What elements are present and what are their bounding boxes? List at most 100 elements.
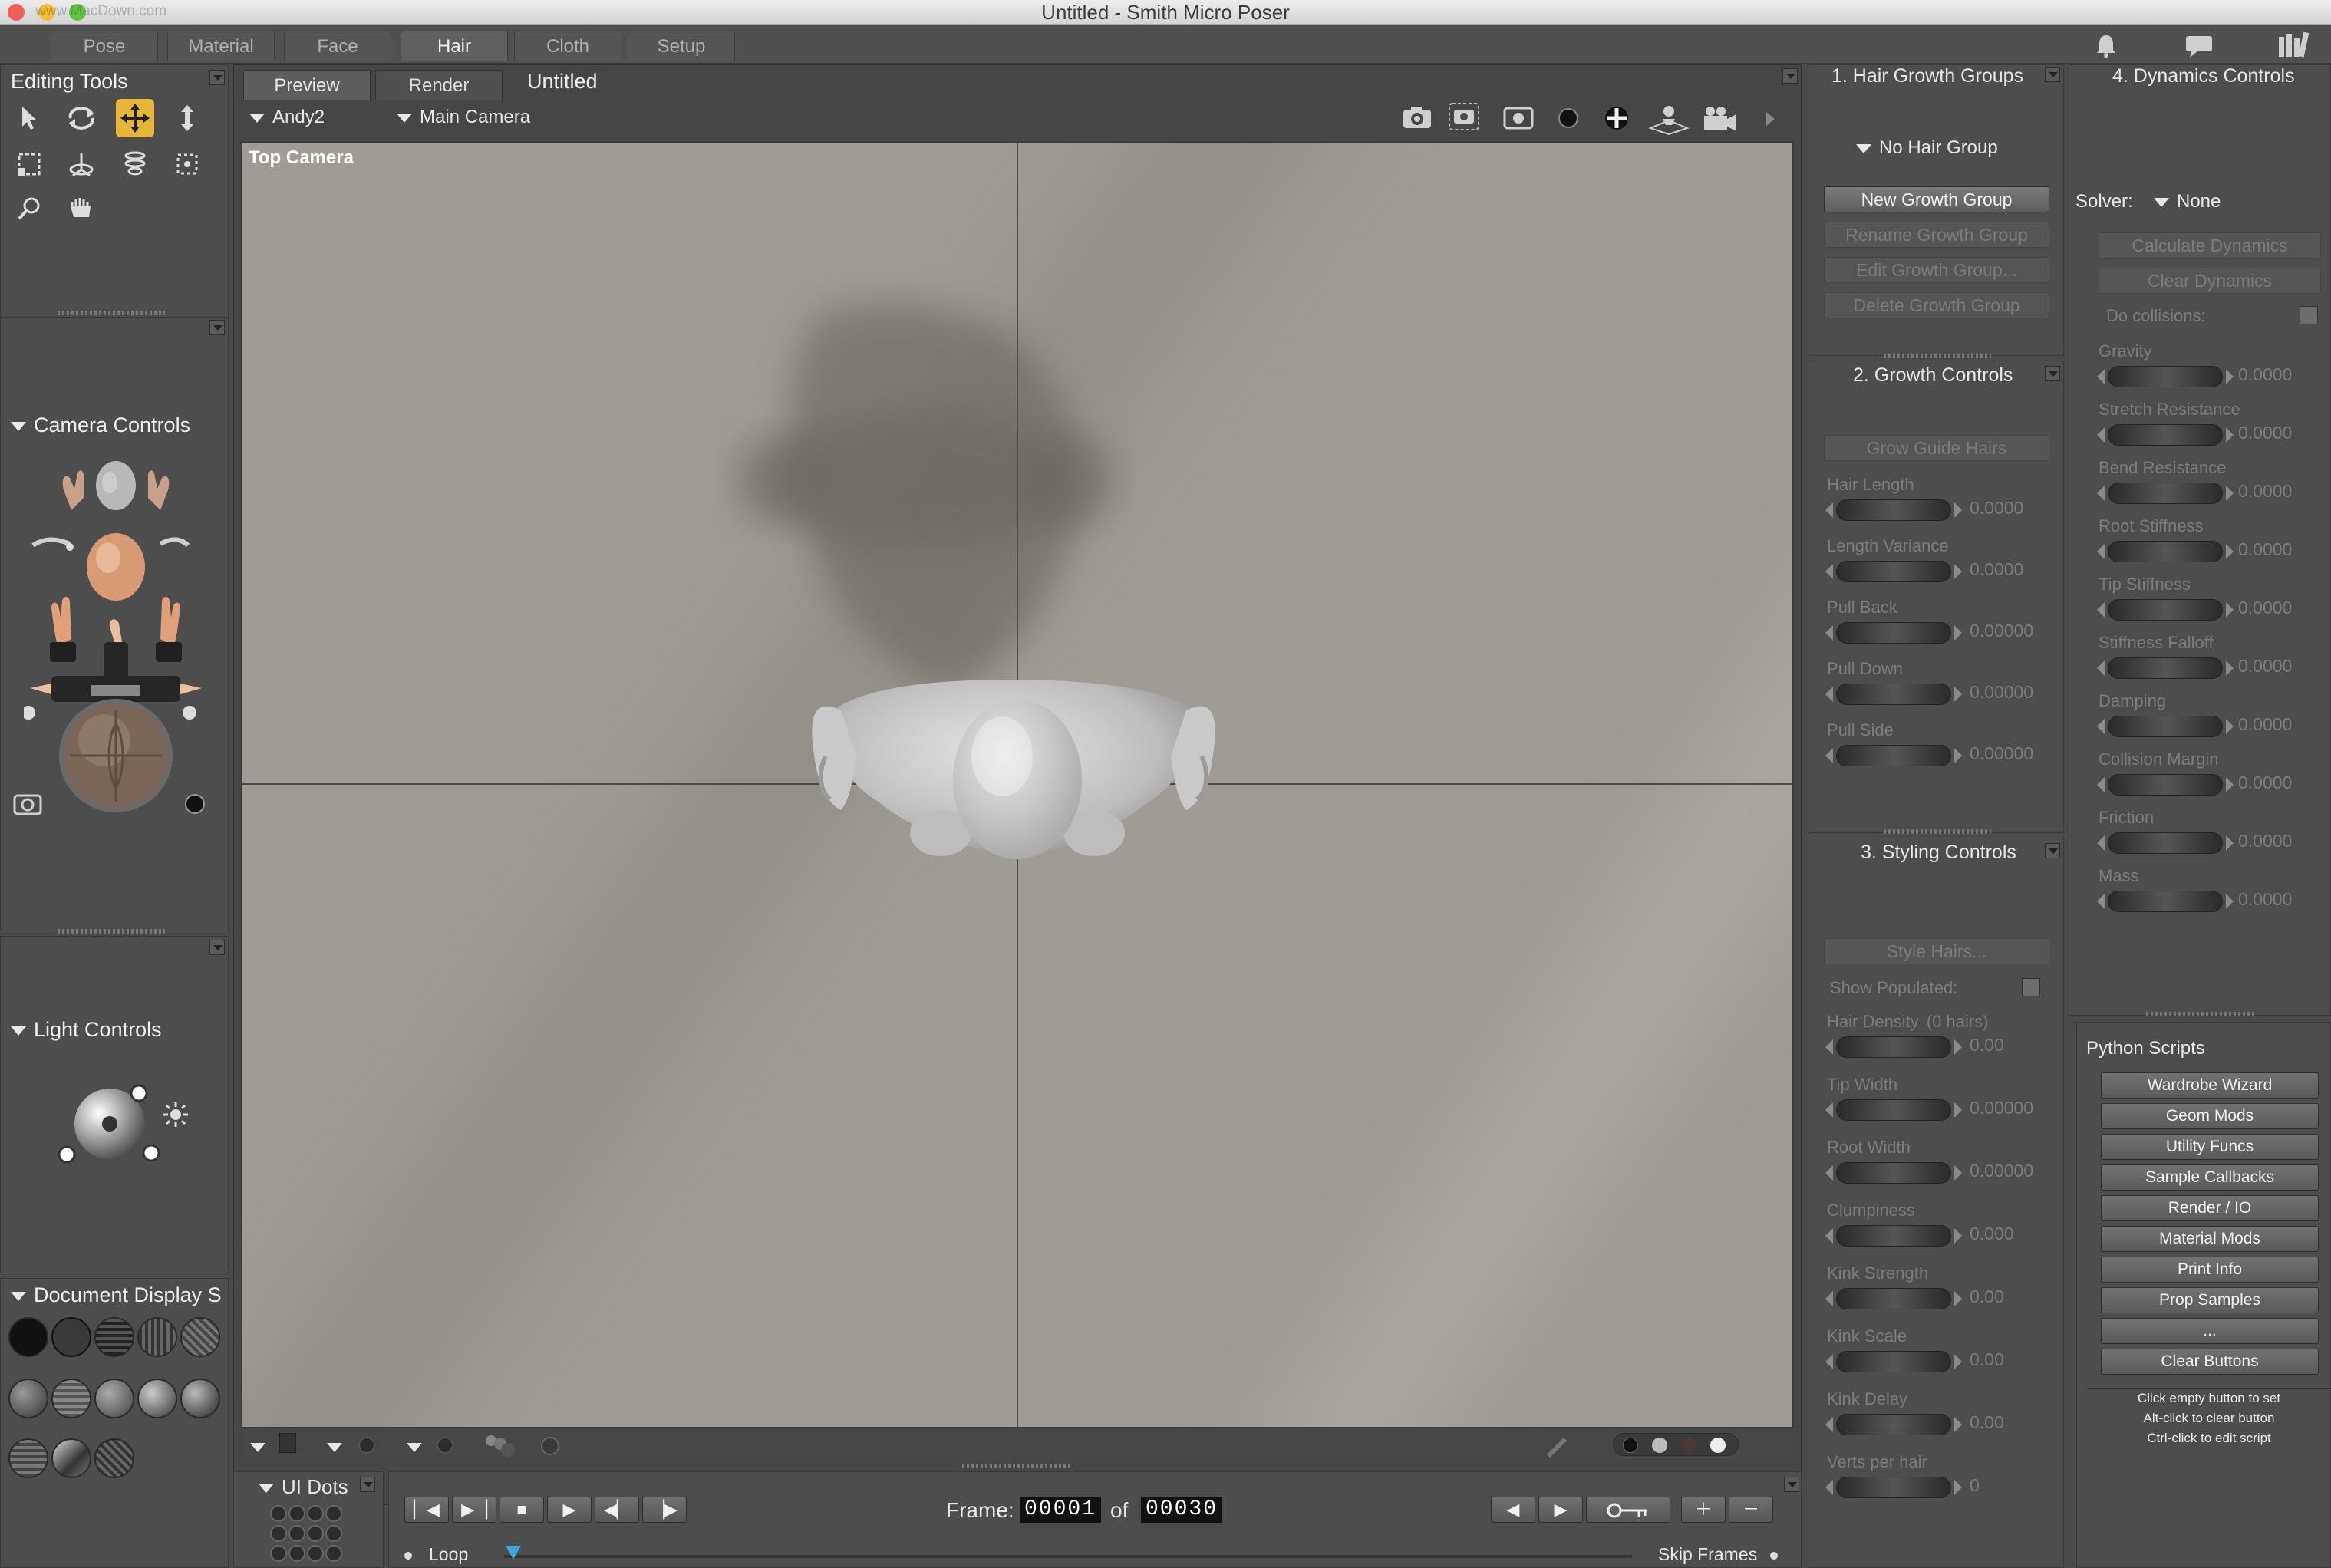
display-wireframe-button[interactable] <box>94 1317 134 1357</box>
background-color-selector[interactable] <box>1613 1433 1739 1456</box>
param-increment-icon[interactable] <box>1954 1480 1962 1495</box>
param-decrement-icon[interactable] <box>1825 1417 1833 1432</box>
camera-controls-title[interactable]: Camera Controls <box>11 413 190 437</box>
select-arrow-icon[interactable] <box>10 99 48 137</box>
python-clear-buttons-button[interactable]: Clear Buttons <box>2101 1349 2319 1375</box>
delete-growth-group-button[interactable]: Delete Growth Group <box>1824 292 2049 318</box>
ground-plane-icon[interactable] <box>1647 102 1690 136</box>
stop-button[interactable]: ■ <box>499 1497 544 1523</box>
param-value[interactable]: 0.00000 <box>1970 621 2033 641</box>
param-increment-icon[interactable] <box>2226 777 2234 792</box>
param-dial[interactable] <box>1836 1099 1951 1121</box>
param-value[interactable]: 0.0000 <box>2238 656 2292 677</box>
param-decrement-icon[interactable] <box>1825 1354 1833 1369</box>
rename-growth-group-button[interactable]: Rename Growth Group <box>1824 222 2049 248</box>
param-decrement-icon[interactable] <box>1825 502 1833 518</box>
figure-menu[interactable]: Andy2 <box>249 107 325 128</box>
param-decrement-icon[interactable] <box>2097 894 2105 909</box>
animation-controls-menu-button[interactable] <box>1784 1477 1799 1492</box>
param-increment-icon[interactable] <box>2226 602 2234 618</box>
param-value[interactable]: 0.00 <box>1970 1349 2004 1370</box>
display-flat-lined-button[interactable] <box>51 1379 91 1418</box>
ui-dots-title[interactable]: UI Dots <box>259 1475 348 1499</box>
3d-viewport[interactable]: Top Camera <box>241 141 1794 1428</box>
param-increment-icon[interactable] <box>1954 625 1962 641</box>
room-tab-hair[interactable]: Hair <box>401 31 508 61</box>
param-dial[interactable] <box>1836 1036 1951 1058</box>
param-value[interactable]: 0.0000 <box>1970 559 2023 580</box>
param-increment-icon[interactable] <box>1954 502 1962 518</box>
param-decrement-icon[interactable] <box>1825 1291 1833 1306</box>
camera-bracket-icon[interactable] <box>1502 104 1535 131</box>
param-dial[interactable] <box>1836 622 1951 644</box>
toolbar-scroll-right-icon[interactable] <box>1761 108 1779 130</box>
param-value[interactable]: 0.00000 <box>1970 743 2033 764</box>
document-display-title[interactable]: Document Display S <box>11 1283 229 1307</box>
rotate-icon[interactable] <box>62 99 101 137</box>
param-value[interactable]: 0 <box>1970 1475 1980 1496</box>
element-style-menu[interactable] <box>407 1436 430 1458</box>
param-decrement-icon[interactable] <box>2097 777 2105 792</box>
room-tab-material[interactable]: Material <box>167 31 275 61</box>
taper-icon[interactable] <box>116 145 154 183</box>
param-dial[interactable] <box>2108 716 2223 737</box>
param-dial[interactable] <box>1836 1288 1951 1309</box>
loop-radio[interactable] <box>404 1552 412 1560</box>
display-silhouette-button[interactable] <box>8 1317 48 1357</box>
play-button[interactable]: ▶ <box>547 1497 592 1523</box>
step-forward-button[interactable]: ▕▶ <box>642 1497 687 1523</box>
param-value[interactable]: 0.00 <box>1970 1412 2004 1433</box>
panel-resize-grip[interactable] <box>1884 829 1991 834</box>
param-increment-icon[interactable] <box>1954 1039 1962 1055</box>
param-dial[interactable] <box>1836 1225 1951 1247</box>
param-increment-icon[interactable] <box>1954 1417 1962 1432</box>
style-hairs-button[interactable]: Style Hairs... <box>1824 938 2049 964</box>
param-increment-icon[interactable] <box>2226 544 2234 559</box>
param-decrement-icon[interactable] <box>1825 1102 1833 1118</box>
movie-camera-icon[interactable] <box>1701 102 1739 134</box>
grow-guide-hairs-button[interactable]: Grow Guide Hairs <box>1824 435 2049 461</box>
param-dial[interactable] <box>2108 366 2223 387</box>
python-print-info-button[interactable]: Print Info <box>2101 1257 2319 1283</box>
total-frames-field[interactable]: 00030 <box>1141 1497 1223 1523</box>
calculate-dynamics-button[interactable]: Calculate Dynamics <box>2099 232 2321 259</box>
param-decrement-icon[interactable] <box>1825 1480 1833 1495</box>
figure-style-menu[interactable] <box>327 1436 350 1458</box>
depth-cue-menu[interactable] <box>250 1436 273 1458</box>
render-sphere-icon[interactable] <box>1555 105 1581 131</box>
shadow-sphere-icon[interactable] <box>539 1435 562 1458</box>
multi-sphere-icon[interactable] <box>482 1431 517 1459</box>
param-decrement-icon[interactable] <box>2097 835 2105 851</box>
param-dial[interactable] <box>2108 424 2223 446</box>
step-back-button[interactable]: ◀▏ <box>595 1497 639 1523</box>
param-increment-icon[interactable] <box>2226 660 2234 676</box>
translate-in-out-icon[interactable] <box>168 99 206 137</box>
camera-controls-menu-button[interactable] <box>209 320 225 335</box>
param-dial[interactable] <box>2108 832 2223 854</box>
library-icon[interactable] <box>2276 31 2310 58</box>
display-smooth-shaded-button[interactable] <box>137 1379 177 1418</box>
bell-icon[interactable] <box>2093 32 2119 58</box>
element-style-sphere-icon[interactable] <box>434 1435 456 1456</box>
python-wardrobe-wizard-button[interactable]: Wardrobe Wizard <box>2101 1072 2319 1099</box>
param-dial[interactable] <box>2108 657 2223 679</box>
param-increment-icon[interactable] <box>2226 486 2234 501</box>
figure-style-sphere-icon[interactable] <box>356 1435 378 1456</box>
display-hidden-line-button[interactable] <box>137 1317 177 1357</box>
param-dial[interactable] <box>1836 1477 1951 1498</box>
display-texture-shaded-button[interactable] <box>8 1438 48 1478</box>
next-key-button[interactable]: ▶ <box>1538 1497 1583 1523</box>
styling-controls-menu-button[interactable] <box>2045 843 2060 858</box>
param-decrement-icon[interactable] <box>1825 1228 1833 1244</box>
param-increment-icon[interactable] <box>1954 687 1962 702</box>
python-render-io-button[interactable]: Render / IO <box>2101 1195 2319 1221</box>
zoom-icon[interactable] <box>10 189 48 228</box>
param-dial[interactable] <box>2108 599 2223 621</box>
display-lit-wireframe-button[interactable] <box>180 1317 220 1357</box>
param-dial[interactable] <box>1836 1162 1951 1184</box>
param-dial[interactable] <box>2108 891 2223 912</box>
tab-preview[interactable]: Preview <box>243 70 371 100</box>
edit-growth-group-button[interactable]: Edit Growth Group... <box>1824 257 2049 283</box>
panel-resize-grip[interactable] <box>1884 354 1991 358</box>
param-decrement-icon[interactable] <box>1825 1165 1833 1181</box>
